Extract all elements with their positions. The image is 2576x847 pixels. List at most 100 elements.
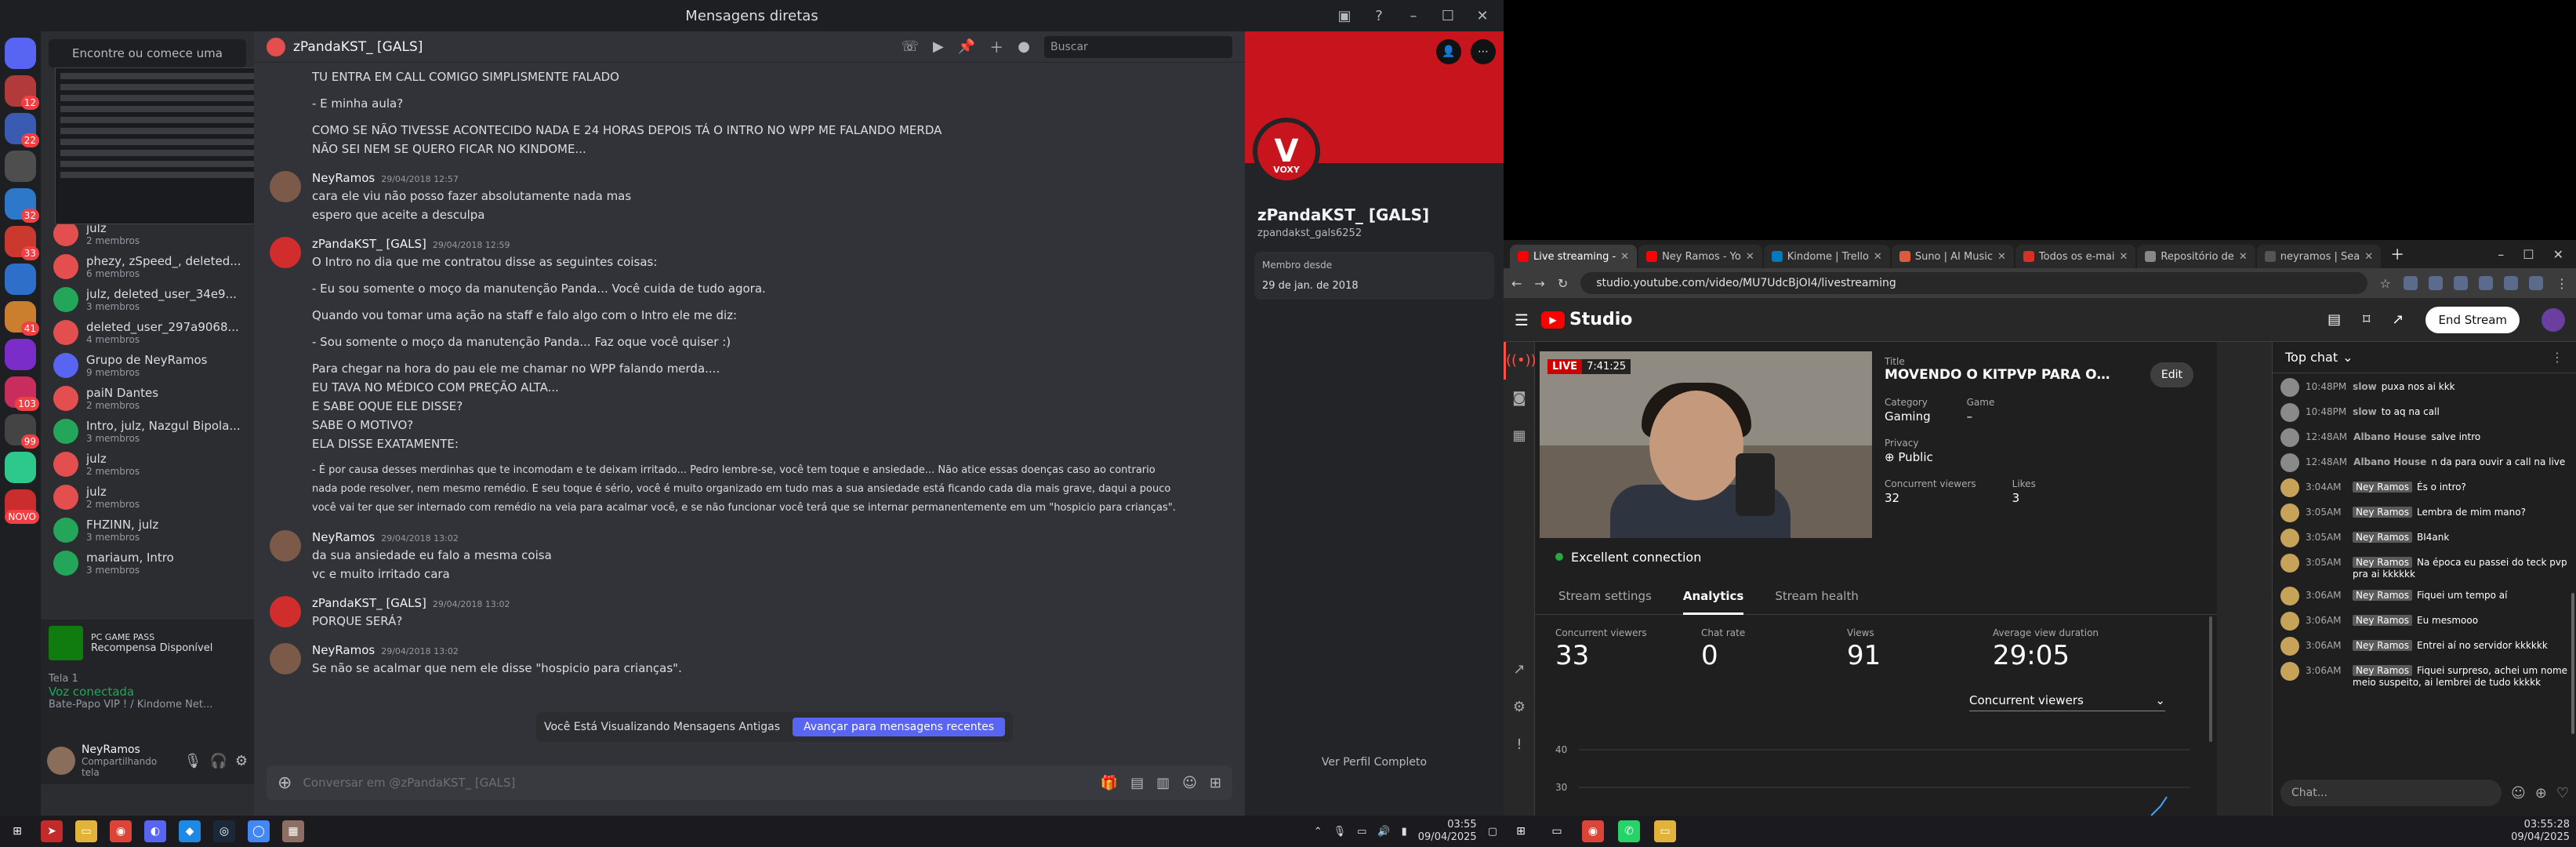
server-icon[interactable]: 12 [5, 75, 39, 110]
extension-icon[interactable] [2479, 276, 2493, 290]
feedback-icon[interactable]: ! [1504, 726, 1535, 764]
avatar[interactable] [47, 747, 75, 775]
emoji-icon[interactable]: ☺ [1182, 775, 1197, 791]
close-icon[interactable]: ✕ [2239, 251, 2248, 263]
system-clock[interactable]: 03:55 09/04/2025 [1418, 819, 1477, 844]
gift-icon[interactable]: 🎁 [1101, 775, 1118, 791]
chat-author[interactable]: Ney Ramos [2353, 557, 2412, 568]
home-button[interactable] [5, 38, 36, 69]
minimize-icon[interactable]: – [2498, 247, 2504, 262]
server-icon[interactable] [5, 339, 36, 370]
menu-icon[interactable]: ⋮ [2556, 276, 2568, 291]
chat-message[interactable]: 12:48AM Albano House n da para ouvir a cal… [2280, 453, 2569, 472]
pin-icon[interactable]: 📌 [958, 38, 975, 55]
message-author[interactable]: zPandaKST_ [GALS] [312, 596, 426, 610]
avatar[interactable] [2280, 529, 2299, 547]
chrome-icon[interactable]: ◉ [110, 820, 132, 842]
chat-message[interactable]: 3:05AM Ney Ramos BI4ank [2280, 529, 2569, 547]
close-icon[interactable]: ✕ [1874, 251, 1882, 263]
server-icon[interactable]: 22 [5, 113, 39, 147]
speaker-icon[interactable]: 🔊 [1377, 826, 1390, 838]
avatar[interactable] [2280, 554, 2299, 573]
message-author[interactable]: NeyRamos [312, 171, 375, 185]
end-stream-button[interactable]: End Stream [2425, 306, 2520, 333]
video-icon[interactable]: ▶ [933, 38, 944, 55]
battery-icon[interactable]: ▮ [1402, 826, 1407, 838]
gear-icon[interactable]: ⚙ [235, 753, 248, 769]
chat-author[interactable]: slow [2353, 381, 2377, 392]
avatar[interactable] [270, 530, 301, 562]
maximize-icon[interactable]: ☐ [1436, 5, 1460, 27]
dm-item[interactable]: mariaum, Intro 3 membros [47, 547, 248, 579]
tab-email[interactable]: Todos os e-mai ✕ [2015, 245, 2136, 268]
close-icon[interactable]: ✕ [1997, 251, 2006, 263]
chat-message[interactable]: 10:48PM slow to aq na call [2280, 403, 2569, 422]
network-icon[interactable]: ▭ [1357, 826, 1366, 838]
reload-icon[interactable]: ↻ [1558, 276, 1568, 291]
steam-icon[interactable]: ◎ [213, 820, 235, 842]
bookmark-icon[interactable]: ⌑ [2363, 311, 2370, 328]
server-icon[interactable] [5, 264, 36, 295]
playlist-icon[interactable]: ▤ [2327, 311, 2341, 328]
tab-search[interactable]: neyramos | Sea ✕ [2256, 245, 2382, 268]
live-icon[interactable]: ((•)) [1504, 342, 1537, 380]
chat-author[interactable]: Albano House [2353, 456, 2426, 467]
app-icon[interactable]: ➤ [41, 820, 63, 842]
avatar[interactable] [2280, 453, 2299, 472]
task-view-icon[interactable]: ▭ [1546, 820, 1568, 842]
server-icon[interactable]: 103 [5, 376, 39, 411]
chat-message[interactable]: 3:06AM Ney Ramos Entrei aí no servidor kkk… [2280, 637, 2569, 656]
url-input[interactable]: studio.youtube.com/video/MU7UdcBjOI4/liv… [1580, 272, 2367, 294]
phone-icon[interactable]: ☏ [902, 38, 920, 55]
chat-author[interactable]: Ney Ramos [2353, 590, 2412, 601]
tab-analytics[interactable]: Analytics [1682, 577, 1744, 615]
tab-stream-health[interactable]: Stream health [1775, 577, 1859, 615]
server-icon[interactable]: NOVO [5, 489, 39, 524]
folder-icon[interactable]: ▭ [75, 820, 97, 842]
chat-message[interactable]: 3:05AM Ney Ramos Lembra de mim mano? [2280, 503, 2569, 522]
external-link-icon[interactable]: ↗ [1504, 651, 1535, 689]
chat-message[interactable]: 3:05AM Ney Ramos Na época eu passei do tec… [2280, 554, 2569, 580]
jump-to-present-button[interactable]: Avançar para mensagens recentes [793, 718, 1005, 736]
dm-item[interactable]: phezy, zSpeed_, deleted... 6 membros [47, 251, 248, 282]
tab-ney-ramos[interactable]: Ney Ramos - Yo ✕ [1638, 245, 1762, 268]
notification-icon[interactable]: ▢ [1488, 826, 1497, 838]
start-icon[interactable]: ⊞ [6, 820, 28, 842]
chat-author[interactable]: Ney Ramos [2353, 640, 2412, 651]
headphones-icon[interactable]: 🎧 [209, 753, 227, 769]
add-icon[interactable]: ⊕ [2535, 785, 2547, 802]
app-icon[interactable]: ◯ [248, 820, 270, 842]
calendar-icon[interactable]: ▦ [1504, 417, 1535, 455]
avatar[interactable] [2542, 307, 2565, 332]
message-author[interactable]: NeyRamos [312, 643, 375, 657]
avatar[interactable] [2280, 428, 2299, 447]
tab-trello[interactable]: Kindome | Trello ✕ [1763, 245, 1890, 268]
system-clock[interactable]: 03:55:28 09/04/2025 [2511, 819, 2570, 844]
extension-icon[interactable] [2529, 276, 2543, 290]
avatar[interactable] [2280, 637, 2299, 656]
chat-author[interactable]: Ney Ramos [2353, 665, 2412, 676]
chat-message[interactable]: 3:06AM Ney Ramos Fiquei surpreso, achei um… [2280, 662, 2569, 689]
add-attachment-icon[interactable]: ⊕ [278, 773, 292, 793]
heart-icon[interactable]: ♡ [2556, 785, 2569, 802]
chevron-up-icon[interactable]: ⌃ [1314, 826, 1322, 838]
bookmark-star-icon[interactable]: ☆ [2380, 276, 2391, 291]
metric-select[interactable]: Concurrent viewers ⌄ [1969, 693, 2165, 711]
close-icon[interactable]: ✕ [1746, 251, 1754, 263]
close-icon[interactable]: ✕ [1471, 5, 1494, 27]
message-input[interactable]: Conversar em @zPandaKST_ [GALS] [303, 776, 1089, 790]
help-icon[interactable]: ? [1367, 5, 1391, 27]
folder-icon[interactable]: ▭ [1654, 820, 1676, 842]
server-icon[interactable] [5, 452, 36, 483]
avatar[interactable] [270, 237, 301, 268]
avatar[interactable] [2280, 478, 2299, 497]
more-icon[interactable]: ⋮ [2551, 350, 2563, 365]
more-icon[interactable]: ⋯ [1471, 39, 1496, 64]
view-full-profile-link[interactable]: Ver Perfil Completo [1245, 756, 1504, 769]
server-icon[interactable]: 99 [5, 414, 39, 449]
avatar[interactable] [270, 171, 301, 202]
start-icon[interactable]: ⊞ [1510, 820, 1532, 842]
shield-icon[interactable]: ◆ [179, 820, 201, 842]
chat-message[interactable]: 3:06AM Ney Ramos Eu mesmooo [2280, 612, 2569, 631]
dm-item[interactable]: FHZINN, julz 3 membros [47, 514, 248, 546]
